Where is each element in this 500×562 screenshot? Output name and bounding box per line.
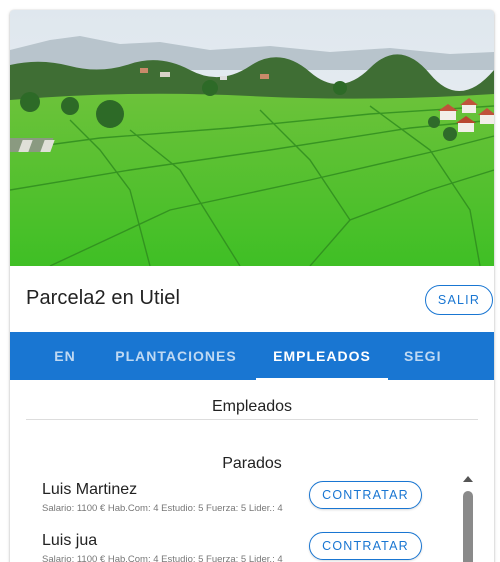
scrollbar-thumb[interactable] [463, 491, 473, 562]
employee-name: Luis jua [42, 532, 98, 549]
exit-button[interactable]: SALIR [425, 285, 493, 315]
employee-name: Luis Martinez [42, 481, 138, 498]
list-item: Luis jua Salario: 1100 € Hab.Com: 4 Estu… [10, 528, 494, 562]
hire-button[interactable]: CONTRATAR [309, 481, 422, 509]
tab-empleados[interactable]: EMPLEADOS [256, 332, 388, 380]
tabs-fade [10, 332, 50, 380]
scroll-up-arrow-icon[interactable] [463, 476, 473, 482]
hero-image [10, 10, 494, 266]
divider [26, 419, 478, 420]
hire-button[interactable]: CONTRATAR [309, 532, 422, 560]
list-item: Luis Martinez Salario: 1100 € Hab.Com: 4… [10, 477, 494, 527]
tab-active-indicator [256, 378, 388, 380]
plot-card: Parcela2 en Utiel SALIR EN PLANTACIONES … [10, 10, 494, 562]
employee-stats: Salario: 1100 € Hab.Com: 4 Estudio: 5 Fu… [42, 554, 283, 562]
tab-plantaciones[interactable]: PLANTACIONES [108, 332, 244, 380]
title-row: Parcela2 en Utiel SALIR [10, 266, 494, 332]
section-title: Empleados [211, 398, 293, 415]
employee-stats: Salario: 1100 € Hab.Com: 4 Estudio: 5 Fu… [42, 503, 283, 514]
tab-bar: EN PLANTACIONES EMPLEADOS SEGI [10, 332, 494, 380]
tab-partial-right[interactable]: SEGI [398, 332, 458, 380]
employee-list[interactable]: Luis Martinez Salario: 1100 € Hab.Com: 4… [10, 475, 494, 562]
group-title: Parados [222, 455, 282, 472]
page-title: Parcela2 en Utiel [26, 287, 181, 309]
